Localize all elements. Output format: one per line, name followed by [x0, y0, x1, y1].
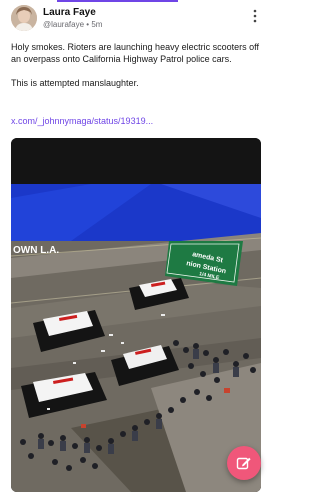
author-meta: @laurafaye • 5m: [43, 20, 102, 29]
post-text-paragraph: This is attempted manslaughter.: [11, 78, 139, 88]
video-frame: ameda St nion Station 1/4 MILE OWN L.A.: [11, 138, 261, 492]
top-progress-bar: [0, 0, 272, 3]
video-overlay-text: OWN L.A.: [13, 245, 59, 256]
meta-separator: •: [86, 20, 90, 29]
post-text-paragraph: Holy smokes. Rioters are launching heavy…: [11, 42, 259, 64]
post-link[interactable]: x.com/_johnnymaga/status/19319...: [11, 116, 153, 126]
post-body: Holy smokes. Rioters are launching heavy…: [11, 41, 261, 89]
progress-accent: [57, 0, 178, 2]
author-name[interactable]: Laura Faye: [43, 7, 96, 18]
avatar[interactable]: [11, 5, 37, 31]
compose-button[interactable]: [227, 446, 261, 480]
more-vertical-icon: [253, 9, 257, 23]
compose-icon: [236, 457, 251, 470]
avatar-image: [11, 5, 37, 31]
author-handle[interactable]: @laurafaye: [43, 20, 84, 29]
post-time: 5m: [91, 20, 103, 29]
post-header: Laura Faye @laurafaye • 5m: [11, 5, 261, 31]
post-video[interactable]: ameda St nion Station 1/4 MILE OWN L.A.: [11, 138, 261, 492]
more-options-button[interactable]: [249, 8, 261, 24]
